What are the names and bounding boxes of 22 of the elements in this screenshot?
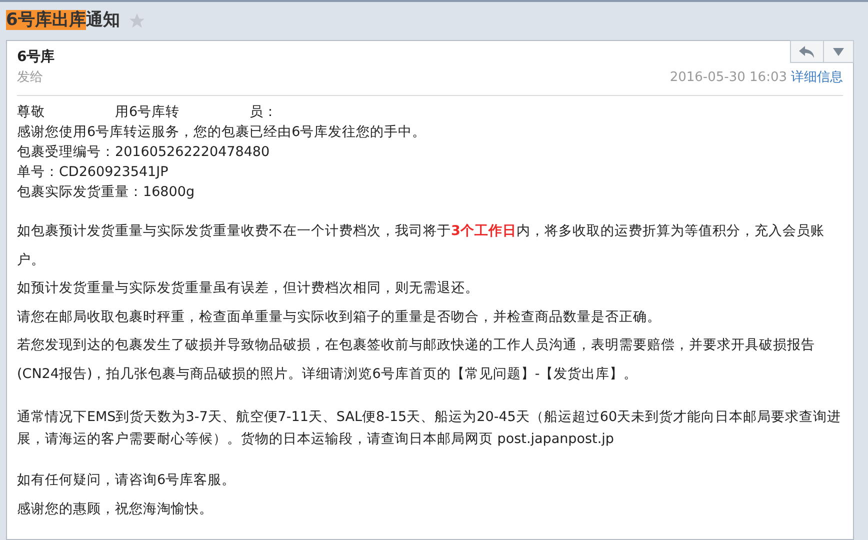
star-icon[interactable] [128,12,146,30]
message-line: 单号：CD260923541JP [17,163,170,182]
message-paragraph: 请您在邮局收取包裹时秤重，检查面单重量与实际收到箱子的重量是否吻合，并检查商品数量是否正确。 [17,308,662,326]
message-line: 包裹实际发货重量：16800g [17,183,196,202]
reply-arrow-icon [799,46,815,58]
message-line: 感谢您的惠顾，祝您海淘愉快。 [17,500,214,519]
recipient-label: 发给 [17,69,44,87]
greeting-text: 尊敬 [17,103,45,122]
greeting-text: 用6号库转 [115,103,180,122]
greeting-text: 员： [250,103,278,122]
email-subject: 6号库出库通知 [6,9,120,32]
message-paragraph: 通常情况下EMS到货天数为3-7天、航空便7-11天、SAL便8-15天、船运为20-45天（船运超过60天未到货才能向日本邮局要求查询进展，请海运的客户需要耐心等候）。货物的日本运输段，请查询日本邮局网页 post.japanpost.jp [17,408,842,449]
sent-date: 2016-05-30 16:03 [670,69,787,87]
message-line: 包裹受理编号：201605262220478480 [17,143,271,162]
sender-name: 6号库 [17,48,55,67]
message-paragraph: 若您发现到达的包裹发生了破损并导致物品破损，在包裹签收前与邮政快递的工作人员沟通，表明需要赔偿，并要求开具破损报告(CN24报告)，拍几张包裹与商品破损的照片。详细请浏览6号库首页的【常见问题】-【发货出库】。 [17,336,816,384]
message-line: 感谢您使用6号库转运服务，您的包裹已经由6号库发往您的手中。 [17,123,428,142]
details-link[interactable]: 详细信息 [791,67,843,89]
message-line: 如有任何疑问，请咨询6号库客服。 [17,471,237,490]
message-paragraph: 如包裹预计发货重量与实际发货重量收费不在一个计费档次，我司将于3个工作日内，将多收取的运费折算为等值积分，充入会员账户。 [17,222,826,270]
caret-icon [833,48,844,56]
message-paragraph: 如预计发货重量与实际发货重量虽有误差，但计费档次相同，则无需退还。 [17,279,480,298]
